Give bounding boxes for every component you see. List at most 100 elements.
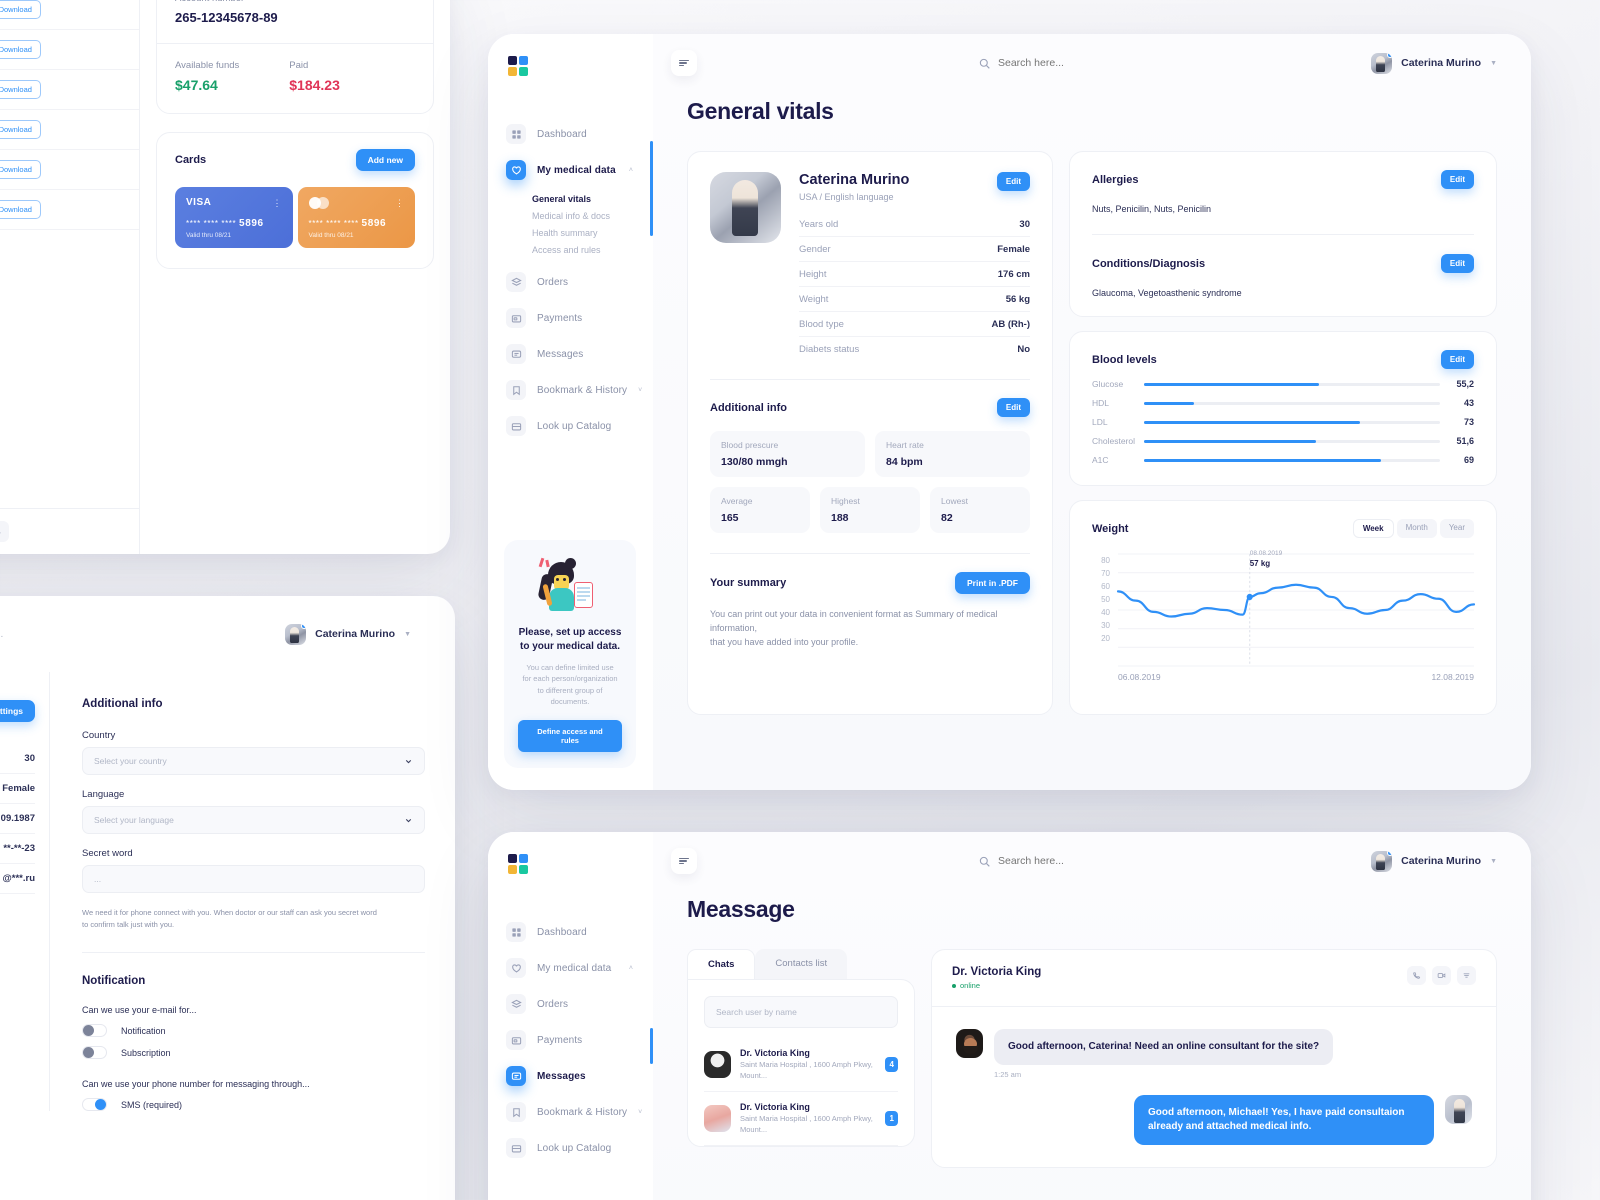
edit-allergies-button[interactable]: Edit: [1440, 170, 1474, 189]
sidebar-item-label: Orders: [537, 276, 569, 288]
messages-content: Caterina Murino ▼ Meassage ChatsContacts…: [653, 832, 1531, 1200]
visa-valid: Valid thru 08/21: [186, 232, 232, 239]
toggle-sms-required-[interactable]: [82, 1098, 107, 1112]
sidebar-item-look-up-catalog[interactable]: Look up Catalog: [488, 1130, 653, 1166]
sidebar-item-messages[interactable]: Messages: [488, 336, 653, 372]
sub-item-access-and-rules[interactable]: Access and rules: [532, 241, 653, 258]
chevron-down-icon[interactable]: ▼: [1490, 858, 1497, 865]
message-tabs[interactable]: Chats Contacts list: [687, 949, 915, 979]
edit-blood-levels-button[interactable]: Edit: [1440, 350, 1474, 369]
download-payslip-button[interactable]: Download: [0, 40, 41, 59]
page-»[interactable]: »: [0, 521, 9, 542]
menu-toggle-icon[interactable]: [671, 848, 697, 874]
download-payslip-button[interactable]: Download: [0, 200, 41, 219]
download-payslip-button[interactable]: Download: [0, 120, 41, 139]
range-week[interactable]: Week: [1352, 519, 1394, 538]
metric-label: Highest: [831, 496, 860, 506]
settings-user-name: Caterina Murino: [315, 628, 396, 640]
toggle-notification[interactable]: [82, 1024, 107, 1038]
chat-list-item[interactable]: Dr. Victoria King Saint Maria Hospital , …: [704, 1092, 898, 1146]
edit-conditions-button[interactable]: Edit: [1440, 254, 1474, 273]
define-access-button[interactable]: Define access and rules: [518, 720, 622, 752]
download-payslip-button[interactable]: Download: [0, 0, 41, 19]
profile-value: 30: [0, 744, 35, 774]
sidebar-item-my-medical-data[interactable]: My medical data ˄: [488, 950, 653, 986]
sub-item-medical-info-docs[interactable]: Medical info & docs: [532, 207, 653, 224]
access-illustration: [518, 557, 622, 616]
summary-text-1: You can print out your data in convenien…: [710, 609, 998, 633]
weight-range-toggle[interactable]: Week Month Year: [1352, 519, 1474, 538]
pagination[interactable]: 12...5»: [0, 508, 139, 554]
weight-chart-card: Weight Week Month Year 80 70 60 50 40 30 20: [1069, 500, 1497, 715]
edit-additional-button[interactable]: Edit: [996, 398, 1030, 417]
chat-search-field[interactable]: Search user by name: [704, 996, 898, 1028]
chevron-icon[interactable]: ˄: [629, 965, 633, 972]
range-year[interactable]: Year: [1439, 519, 1474, 538]
bank-card-mastercard[interactable]: ⋮ **** **** **** 5896 Valid thru 08/21: [297, 187, 415, 248]
video-icon[interactable]: [1432, 966, 1451, 985]
heart-icon: [506, 160, 526, 180]
settings-button[interactable]: Settings: [0, 700, 35, 722]
settings-user-menu[interactable]: Caterina Murino ▼: [285, 623, 411, 645]
sub-item-general-vitals[interactable]: General vitals: [532, 190, 653, 207]
vital-row: Blood type AB (Rh-): [799, 312, 1030, 337]
chat-list-item[interactable]: Dr. Victoria King Saint Maria Hospital , …: [704, 1038, 898, 1092]
vitals-content: Caterina Murino ▼ General vitals: [653, 34, 1531, 790]
search-input[interactable]: [998, 57, 1158, 69]
field-input-country[interactable]: Select your country: [82, 747, 425, 775]
field-input-language[interactable]: Select your language: [82, 806, 425, 834]
sidebar-item-dashboard[interactable]: Dashboard: [488, 116, 653, 152]
chevron-icon[interactable]: ˅: [638, 1109, 642, 1116]
sidebar-item-orders[interactable]: Orders: [488, 986, 653, 1022]
add-new-card-button[interactable]: Add new: [355, 149, 415, 171]
menu-icon[interactable]: [1457, 966, 1476, 985]
sidebar-item-bookmark-history[interactable]: Bookmark & History ˅: [488, 372, 653, 408]
blood-level-track: [1144, 382, 1440, 386]
field-input-secret-word[interactable]: ...: [82, 865, 425, 893]
sidebar-item-orders[interactable]: Orders: [488, 264, 653, 300]
card-menu-icon[interactable]: ⋮: [395, 198, 404, 209]
search-input[interactable]: [998, 855, 1158, 867]
sidebar-item-look-up-catalog[interactable]: Look up Catalog: [488, 408, 653, 444]
chevron-icon[interactable]: ˄: [629, 167, 633, 174]
user-menu[interactable]: Caterina Murino ▼: [1371, 52, 1497, 74]
avatar: [1371, 52, 1393, 74]
chevron-down-icon[interactable]: ▼: [404, 631, 411, 638]
sidebar-item-label: Dashboard: [537, 926, 587, 938]
sidebar-item-my-medical-data[interactable]: My medical data ˄: [488, 152, 653, 188]
tab-chats[interactable]: Chats: [687, 949, 756, 979]
thread-status: online: [952, 981, 1041, 990]
metric-label: Blood prescure: [721, 440, 779, 450]
field-placeholder: ...: [94, 874, 102, 884]
search-box[interactable]: [979, 57, 1158, 69]
download-payslip-button[interactable]: Download: [0, 80, 41, 99]
blood-level-row: Glucose 55,2: [1092, 379, 1474, 389]
sidebar: Dashboard My medical data ˄ General vitals M…: [488, 34, 653, 790]
metric-label: Lowest: [941, 496, 968, 506]
sidebar-item-messages[interactable]: Messages: [488, 1058, 653, 1094]
tab-contacts-list[interactable]: Contacts list: [755, 949, 848, 979]
download-payslip-button[interactable]: Download: [0, 160, 41, 179]
blood-level-label: LDL: [1092, 417, 1108, 427]
menu-toggle-icon[interactable]: [671, 50, 697, 76]
print-pdf-button[interactable]: Print in .PDF: [955, 572, 1030, 594]
edit-profile-button[interactable]: Edit: [996, 172, 1030, 191]
chevron-down-icon[interactable]: ▼: [1490, 60, 1497, 67]
sidebar-item-payments[interactable]: Payments: [488, 1022, 653, 1058]
toggle-label: Subscription: [121, 1047, 171, 1058]
range-month[interactable]: Month: [1396, 519, 1437, 538]
card-menu-icon[interactable]: ⋮: [273, 198, 282, 209]
chevron-icon[interactable]: ˅: [638, 387, 642, 394]
toggle-subscription[interactable]: [82, 1046, 107, 1060]
sidebar-item-dashboard[interactable]: Dashboard: [488, 914, 653, 950]
phone-icon[interactable]: [1407, 966, 1426, 985]
paid-label: Paid: [289, 60, 309, 71]
user-menu[interactable]: Caterina Murino ▼: [1371, 850, 1497, 872]
sub-item-health-summary[interactable]: Health summary: [532, 224, 653, 241]
bank-card-visa[interactable]: VISA ⋮ **** **** **** 5896 Valid thru 08…: [175, 187, 293, 248]
secret-hint-1: We need it for phone connect with you. W…: [82, 908, 377, 917]
search-box[interactable]: [979, 855, 1158, 867]
sidebar-item-payments[interactable]: Payments: [488, 300, 653, 336]
user-name: Caterina Murino: [1401, 57, 1482, 69]
sidebar-item-bookmark-history[interactable]: Bookmark & History ˅: [488, 1094, 653, 1130]
